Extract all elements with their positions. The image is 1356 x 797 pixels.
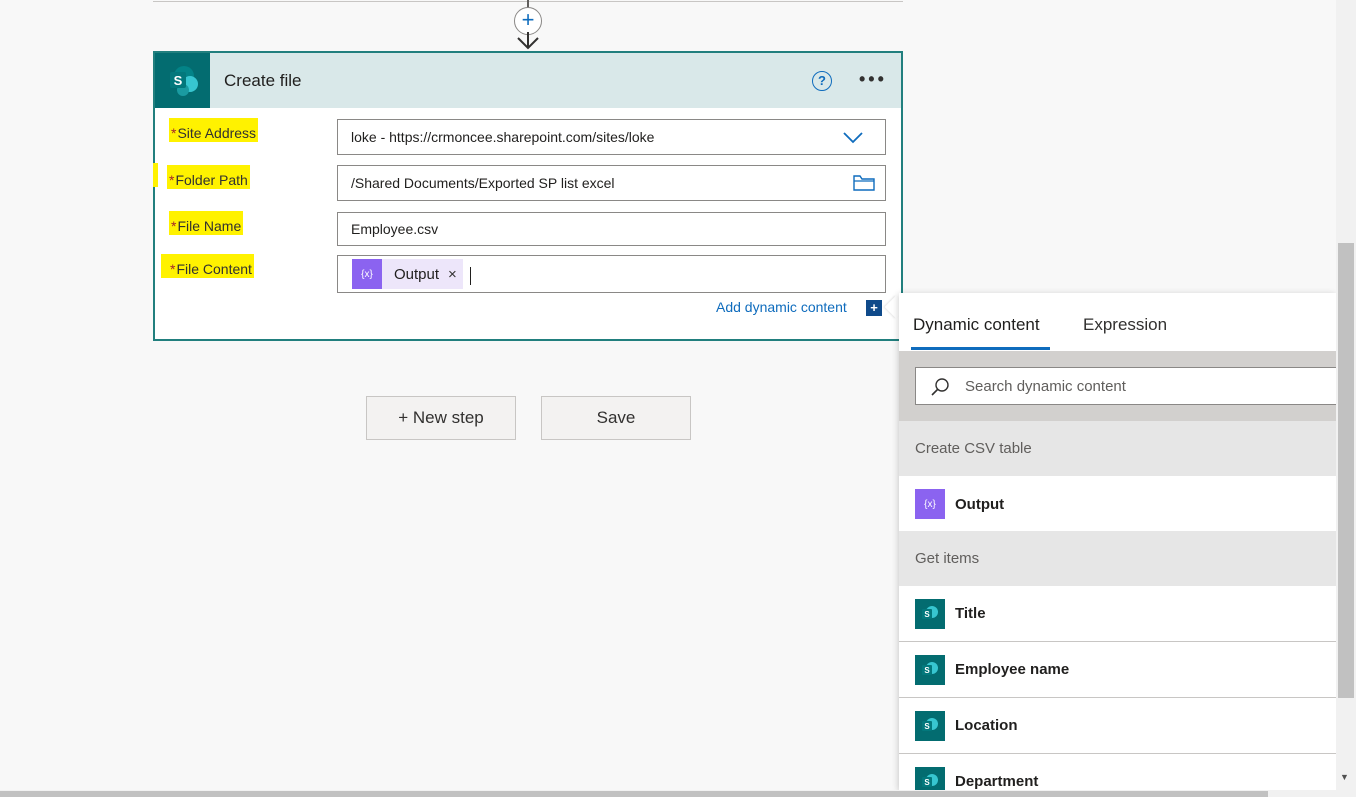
dynamic-item-title[interactable]: S Title: [899, 586, 1336, 642]
card-title: Create file: [224, 70, 302, 90]
active-tab-indicator: [911, 347, 1050, 350]
sharepoint-icon: S: [155, 53, 210, 108]
sharepoint-icon: S: [915, 766, 945, 790]
sharepoint-icon: S: [915, 654, 945, 685]
card-header[interactable]: S Create file ? •••: [155, 53, 901, 108]
add-dynamic-content-icon[interactable]: +: [866, 300, 882, 316]
svg-text:S: S: [924, 666, 930, 675]
site-address-dropdown[interactable]: loke - https://crmoncee.sharepoint.com/s…: [337, 119, 886, 155]
new-step-button[interactable]: + New step: [366, 396, 516, 440]
svg-text:S: S: [924, 778, 930, 787]
arrow-down-icon: [517, 32, 539, 50]
search-input[interactable]: Search dynamic content: [915, 367, 1336, 405]
dynamic-item-label: Location: [955, 717, 1018, 734]
required-mark: *: [171, 218, 177, 234]
folder-icon[interactable]: [853, 175, 875, 191]
highlight-mark: [153, 163, 158, 187]
required-mark: *: [169, 172, 175, 188]
help-icon[interactable]: ?: [812, 71, 832, 91]
chevron-down-icon: [843, 132, 863, 144]
search-placeholder: Search dynamic content: [965, 378, 1126, 395]
file-name-value: Employee.csv: [351, 221, 439, 237]
required-mark: *: [171, 125, 177, 141]
dynamic-content-panel: Dynamic content Expression Search dynami…: [899, 293, 1336, 790]
file-name-label: *File Name: [169, 211, 244, 235]
search-icon: [931, 378, 949, 396]
file-content-label: *File Content: [161, 254, 254, 278]
required-mark: *: [170, 261, 176, 277]
vertical-scrollbar-thumb[interactable]: [1338, 243, 1354, 698]
section-create-csv-table: Create CSV table: [899, 421, 1336, 476]
dynamic-item-location[interactable]: S Location: [899, 698, 1336, 754]
dynamic-item-output[interactable]: {x} Output: [899, 476, 1336, 532]
file-name-input[interactable]: Employee.csv: [337, 212, 886, 246]
folder-path-label: *Folder Path: [167, 165, 250, 189]
section-get-items: Get items: [899, 531, 1336, 586]
horizontal-scrollbar-thumb[interactable]: [0, 791, 1268, 797]
search-area: Search dynamic content: [899, 351, 1336, 421]
dynamic-item-label: Employee name: [955, 661, 1070, 678]
token-label: Output: [394, 265, 440, 283]
dynamic-item-department[interactable]: S Department: [899, 754, 1336, 790]
folder-path-value: /Shared Documents/Exported SP list excel: [351, 175, 615, 191]
more-options-icon[interactable]: •••: [859, 69, 887, 90]
variable-icon: {x}: [352, 259, 382, 289]
site-address-value: loke - https://crmoncee.sharepoint.com/s…: [351, 129, 655, 145]
site-address-label: *Site Address: [169, 118, 259, 142]
tab-expression[interactable]: Expression: [1083, 315, 1167, 335]
svg-text:S: S: [924, 610, 930, 619]
svg-text:S: S: [924, 722, 930, 731]
text-cursor: [470, 267, 471, 285]
folder-path-input[interactable]: /Shared Documents/Exported SP list excel: [337, 165, 886, 201]
variable-icon: {x}: [915, 489, 945, 519]
insert-step-button[interactable]: +: [514, 7, 542, 35]
dynamic-item-label: Title: [955, 605, 986, 622]
remove-token-icon[interactable]: ×: [448, 266, 457, 283]
add-dynamic-content-link[interactable]: Add dynamic content: [716, 299, 847, 315]
sharepoint-icon: S: [915, 598, 945, 629]
dynamic-item-label: Department: [955, 773, 1039, 790]
tab-dynamic-content[interactable]: Dynamic content: [913, 315, 1040, 335]
dynamic-item-employee-name[interactable]: S Employee name: [899, 642, 1336, 698]
dynamic-item-label: Output: [955, 495, 1005, 513]
create-file-action-card: S Create file ? ••• *Site Address loke -…: [153, 51, 903, 341]
sharepoint-icon: S: [915, 710, 945, 741]
output-token[interactable]: {x} Output ×: [352, 259, 463, 289]
save-button[interactable]: Save: [541, 396, 691, 440]
scroll-down-arrow-icon[interactable]: ▼: [1340, 772, 1349, 782]
svg-text:S: S: [173, 73, 182, 88]
